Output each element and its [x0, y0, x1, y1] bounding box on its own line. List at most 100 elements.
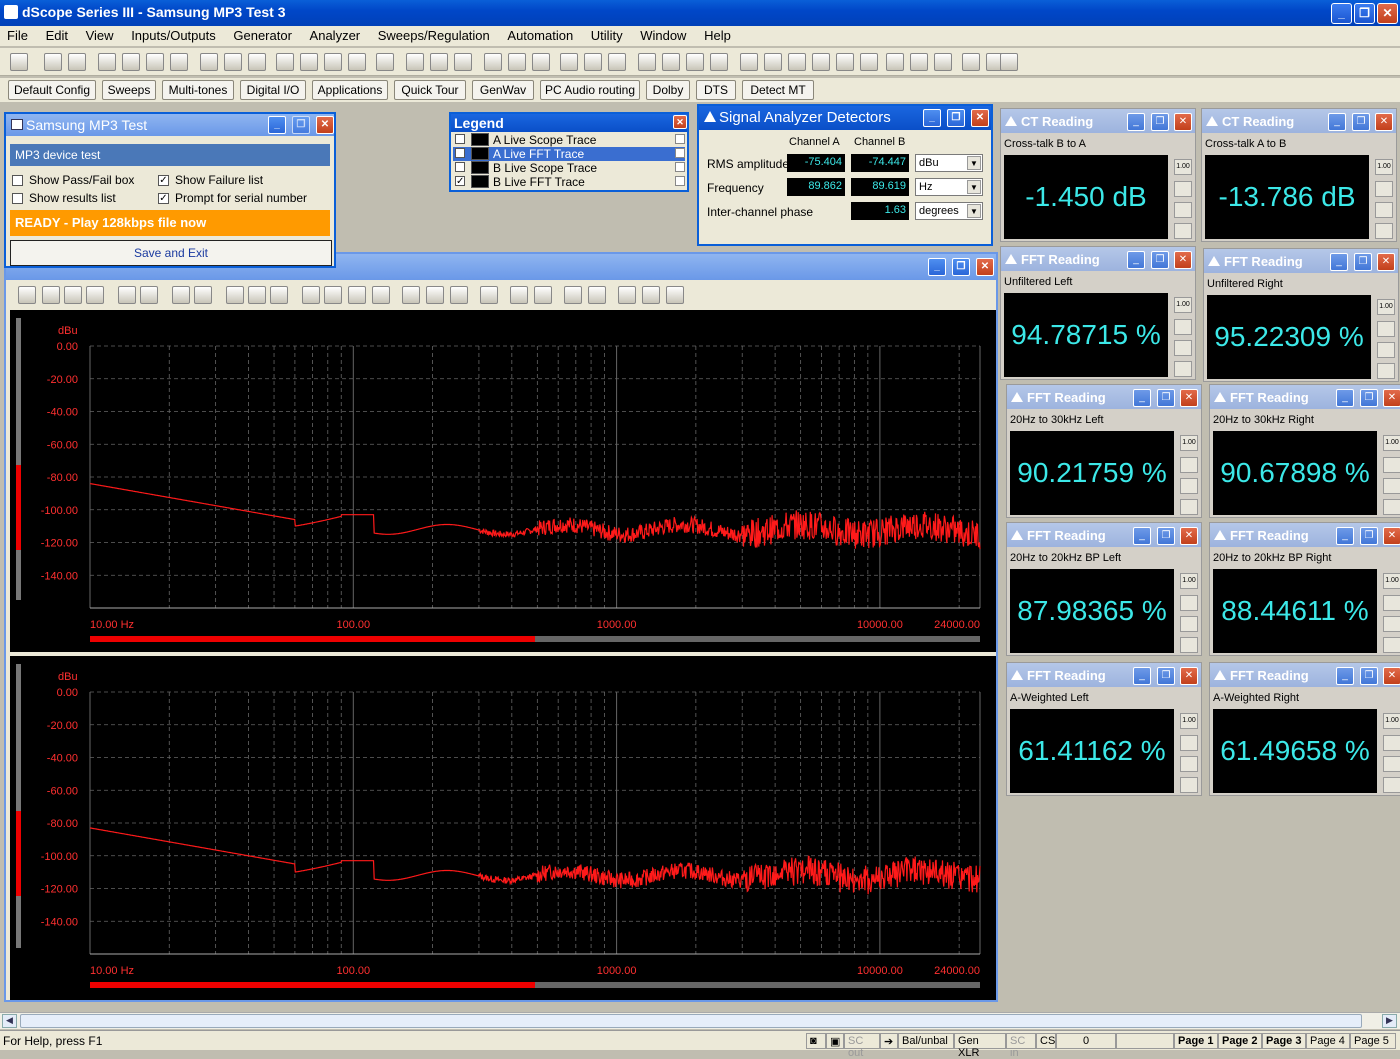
page-5-tab[interactable]: Page 5 — [1350, 1033, 1396, 1049]
toolbar-tool-icon[interactable] — [560, 53, 578, 71]
test-maximize-button[interactable]: ❐ — [292, 116, 310, 134]
show-pass-fail-checkbox[interactable]: Show Pass/Fail box — [12, 173, 134, 187]
applications-button[interactable]: Applications — [312, 80, 388, 100]
reading-probe-icon[interactable] — [1180, 735, 1198, 751]
reading-probe-icon[interactable] — [1180, 595, 1198, 611]
toolbar-tool-icon[interactable] — [662, 53, 680, 71]
test-minimize-button[interactable]: _ — [268, 116, 286, 134]
reading-minimize-button[interactable]: _ — [1336, 389, 1354, 407]
detectors-close-button[interactable]: ✕ — [971, 109, 989, 127]
reading-table-icon[interactable] — [1174, 340, 1192, 356]
checkbox-checked-icon[interactable]: ✓ — [158, 193, 169, 205]
graph-tool-icon[interactable] — [534, 286, 552, 304]
graph-tool-icon[interactable] — [666, 286, 684, 304]
reading-scale-label[interactable]: 1.00 — [1180, 713, 1198, 729]
menu-automation[interactable]: Automation — [500, 26, 580, 43]
page-1-tab[interactable]: Page 1 — [1174, 1033, 1218, 1049]
toolbar-tool-icon[interactable] — [248, 53, 266, 71]
pc-audio-routing-button[interactable]: PC Audio routing — [540, 80, 640, 100]
reading-close-button[interactable]: ✕ — [1180, 667, 1198, 685]
graph-tool-icon[interactable] — [642, 286, 660, 304]
graph-tool-icon[interactable] — [18, 286, 36, 304]
reading-scale-label[interactable]: 1.00 — [1383, 435, 1400, 451]
reading-maximize-button[interactable]: ❐ — [1360, 527, 1378, 545]
toolbar-tool-icon[interactable] — [406, 53, 424, 71]
scroll-right-icon[interactable]: ▶ — [1382, 1014, 1397, 1028]
reading-close-button[interactable]: ✕ — [1375, 113, 1393, 131]
toolbar-tool-icon[interactable] — [508, 53, 526, 71]
reading-minimize-button[interactable]: _ — [1133, 667, 1151, 685]
graph-close-button[interactable]: ✕ — [976, 258, 994, 276]
reading-table-icon[interactable] — [1180, 478, 1198, 494]
reading-expand-icon[interactable] — [1174, 223, 1192, 239]
toolbar-tool-icon[interactable] — [98, 53, 116, 71]
reading-table-icon[interactable] — [1375, 202, 1393, 218]
checkbox-checked-icon[interactable]: ✓ — [455, 176, 465, 187]
menu-inputs-outputs[interactable]: Inputs/Outputs — [124, 26, 223, 43]
graph-tool-icon[interactable] — [194, 286, 212, 304]
menu-analyzer[interactable]: Analyzer — [303, 26, 368, 43]
fft-plot-b[interactable]: dBu 0.00 -20.00 -40.00 -60.00 -80.00 -100.00 -1… — [10, 656, 996, 1000]
toolbar-tool-icon[interactable] — [276, 53, 294, 71]
graph-minimize-button[interactable]: _ — [928, 258, 946, 276]
reading-expand-icon[interactable] — [1174, 361, 1192, 377]
checkbox-icon[interactable] — [455, 162, 465, 172]
reading-probe-icon[interactable] — [1383, 735, 1400, 751]
show-failure-list-checkbox[interactable]: ✓ Show Failure list — [158, 173, 263, 187]
graph-tool-icon[interactable] — [118, 286, 136, 304]
toolbar-tool-icon[interactable] — [484, 53, 502, 71]
digital-io-button[interactable]: Digital I/O — [240, 80, 306, 100]
genwav-button[interactable]: GenWav — [472, 80, 534, 100]
graph-tool-icon[interactable] — [348, 286, 366, 304]
reading-maximize-button[interactable]: ❐ — [1354, 253, 1372, 271]
menu-help[interactable]: Help — [697, 26, 738, 43]
graph-tool-icon[interactable] — [248, 286, 266, 304]
graph-tool-icon[interactable] — [270, 286, 288, 304]
reading-table-icon[interactable] — [1180, 616, 1198, 632]
toolbar-tool-icon[interactable] — [44, 53, 62, 71]
reading-expand-icon[interactable] — [1383, 777, 1400, 793]
unit-select[interactable]: degrees ▼ — [915, 202, 983, 220]
reading-maximize-button[interactable]: ❐ — [1151, 251, 1169, 269]
reading-minimize-button[interactable]: _ — [1330, 253, 1348, 271]
toolbar-tool-icon[interactable] — [584, 53, 602, 71]
toolbar-tool-icon[interactable] — [836, 53, 854, 71]
graph-tool-icon[interactable] — [64, 286, 82, 304]
toolbar-tool-icon[interactable] — [532, 53, 550, 71]
reading-expand-icon[interactable] — [1383, 499, 1400, 515]
reading-scale-label[interactable]: 1.00 — [1375, 159, 1393, 175]
graph-tool-icon[interactable] — [302, 286, 320, 304]
reading-expand-icon[interactable] — [1180, 637, 1198, 653]
reading-probe-icon[interactable] — [1180, 457, 1198, 473]
minimize-button[interactable]: _ — [1331, 3, 1352, 24]
legend-settings-icon[interactable] — [675, 148, 685, 158]
reading-table-icon[interactable] — [1377, 342, 1395, 358]
reading-close-button[interactable]: ✕ — [1383, 667, 1400, 685]
checkbox-checked-icon[interactable]: ✓ — [158, 175, 169, 187]
graph-tool-icon[interactable] — [480, 286, 498, 304]
menu-generator[interactable]: Generator — [226, 26, 299, 43]
toolbar-tool-icon[interactable] — [638, 53, 656, 71]
menu-window[interactable]: Window — [633, 26, 693, 43]
toolbar-tool-icon[interactable] — [788, 53, 806, 71]
reading-scale-label[interactable]: 1.00 — [1383, 713, 1400, 729]
reading-table-icon[interactable] — [1383, 756, 1400, 772]
toolbar-tool-icon[interactable] — [122, 53, 140, 71]
reading-close-button[interactable]: ✕ — [1180, 389, 1198, 407]
toolbar-tool-icon[interactable] — [962, 53, 980, 71]
legend-item[interactable]: A Live Scope Trace — [453, 133, 685, 147]
graph-maximize-button[interactable]: ❐ — [952, 258, 970, 276]
scroll-left-icon[interactable]: ◀ — [2, 1014, 17, 1028]
toolbar-tool-icon[interactable] — [376, 53, 394, 71]
reading-scale-label[interactable]: 1.00 — [1383, 573, 1400, 589]
toolbar-tool-icon[interactable] — [710, 53, 728, 71]
legend-item[interactable]: B Live Scope Trace — [453, 161, 685, 175]
reading-maximize-button[interactable]: ❐ — [1360, 389, 1378, 407]
close-button[interactable]: ✕ — [1377, 3, 1398, 24]
toolbar-tool-icon[interactable] — [300, 53, 318, 71]
graph-tool-icon[interactable] — [86, 286, 104, 304]
horizontal-scrollbar[interactable]: ◀ ▶ — [0, 1012, 1400, 1029]
toolbar-tool-icon[interactable] — [200, 53, 218, 71]
menu-sweeps[interactable]: Sweeps/Regulation — [371, 26, 497, 43]
multitones-button[interactable]: Multi-tones — [162, 80, 234, 100]
